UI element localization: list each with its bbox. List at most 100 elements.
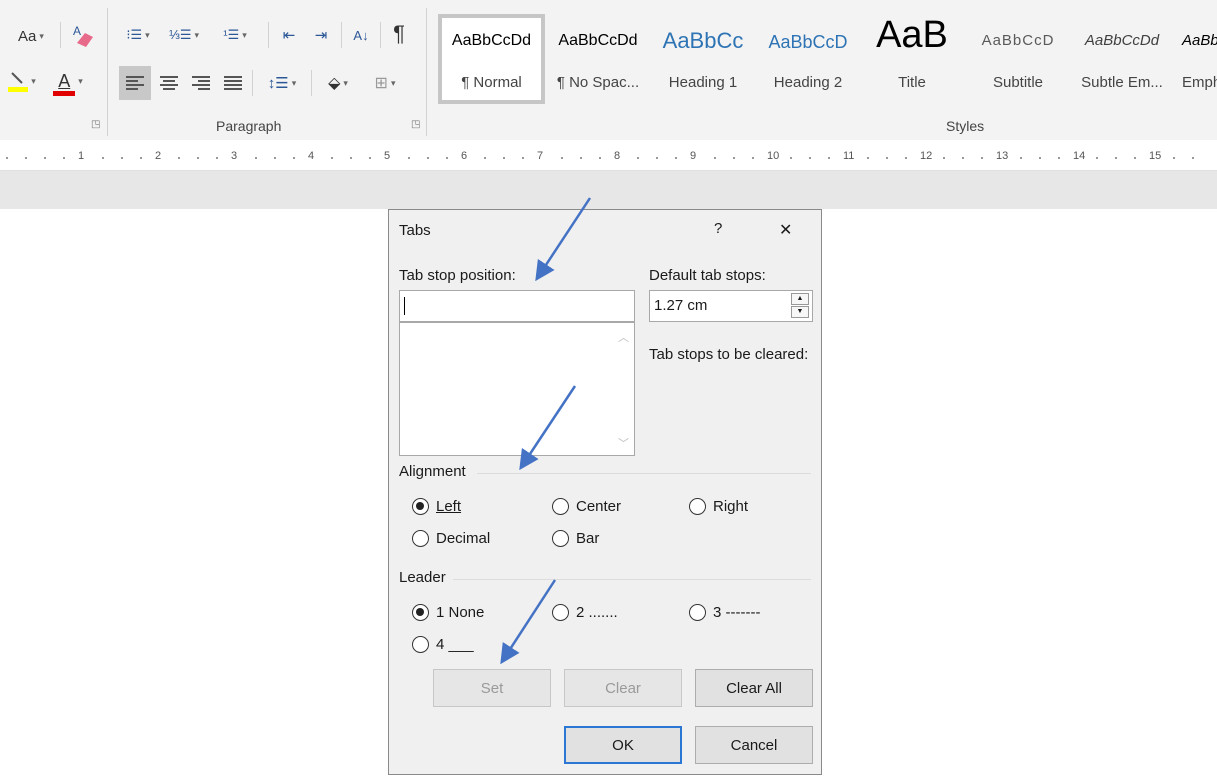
style-no-spacing[interactable]: AaBbCcDd ¶ No Spac... — [546, 14, 650, 104]
ruler-tick — [427, 157, 429, 159]
style-emphasis[interactable]: AaBbCcDd Emphasis — [1178, 14, 1217, 104]
set-button[interactable]: Set — [433, 669, 551, 707]
ruler-tick — [962, 157, 964, 159]
multilevel-list-button[interactable]: ¹☰ ▾ — [210, 20, 260, 50]
style-name: Heading 2 — [773, 74, 843, 91]
leader-dots-radio[interactable] — [552, 604, 569, 621]
scroll-up-icon[interactable]: ︿ — [618, 329, 629, 345]
ruler-tick — [44, 157, 46, 159]
alignment-center-label[interactable]: Center — [576, 498, 621, 515]
style-sample: AaBbCc — [662, 28, 744, 53]
leader-none-radio[interactable] — [412, 604, 429, 621]
align-left-button[interactable] — [119, 66, 151, 100]
style-name: Title — [898, 74, 926, 91]
bullets-button[interactable]: ⁝☰ ▾ — [118, 20, 158, 50]
ruler-tick — [197, 157, 199, 159]
ruler-number: 14 — [1071, 150, 1088, 162]
change-case-button[interactable]: Aa ▾ — [10, 22, 52, 50]
scroll-down-icon[interactable]: ﹀ — [618, 435, 629, 451]
alignment-right-radio[interactable] — [689, 498, 706, 515]
shading-button[interactable]: ⬙ ▾ — [314, 66, 362, 100]
line-spacing-button[interactable]: ↕☰ ▾ — [256, 66, 308, 100]
style-title[interactable]: AaB Title — [860, 14, 964, 104]
align-left-icon — [126, 74, 144, 92]
style-name: ¶ No Spac... — [556, 74, 640, 91]
default-tab-stops-value: 1.27 cm — [654, 297, 708, 314]
align-center-icon — [160, 74, 178, 92]
style-normal[interactable]: AaBbCcDd ¶ Normal — [438, 14, 545, 104]
default-tab-stops-spinner[interactable]: 1.27 cm ▲ ▼ — [649, 290, 813, 322]
ruler-tick — [1192, 157, 1194, 159]
paragraph-dialog-launcher-icon[interactable]: ◳ — [411, 120, 421, 130]
clear-button[interactable]: Clear — [564, 669, 682, 707]
align-right-button[interactable] — [186, 66, 216, 100]
decrease-indent-button[interactable]: ⇤ — [274, 20, 304, 50]
alignment-center-radio[interactable] — [552, 498, 569, 515]
alignment-bar-radio[interactable] — [552, 530, 569, 547]
style-subtitle[interactable]: AaBbCcD Subtitle — [968, 14, 1068, 104]
ruler-tick — [178, 157, 180, 159]
show-formatting-marks-button[interactable]: ¶ — [384, 18, 414, 50]
style-heading-2[interactable]: AaBbCcD Heading 2 — [756, 14, 860, 104]
ok-button[interactable]: OK — [564, 726, 682, 764]
list-scrollbar[interactable]: ︿ ﹀ — [614, 323, 634, 455]
increase-indent-button[interactable]: ⇥ — [306, 20, 336, 50]
ribbon: Aa ▾ A ▾ A ▾ ◳ ⁝☰ ▾ ⅓☰ ▾ ¹☰ ▾ ⇤ ⇥ A↓ ¶ ↕… — [0, 0, 1217, 141]
tab-stop-list[interactable]: ︿ ﹀ — [399, 322, 635, 456]
alignment-left-label[interactable]: Left — [436, 498, 461, 515]
ruler-tick — [331, 157, 333, 159]
leader-underline-label[interactable]: 4 ___ — [436, 636, 474, 653]
spin-down-icon[interactable]: ▼ — [791, 306, 809, 318]
style-heading-1[interactable]: AaBbCc Heading 1 — [650, 14, 756, 104]
ruler-tick — [637, 157, 639, 159]
font-color-label: A — [58, 70, 71, 91]
tab-stop-position-label: Tab stop position: — [399, 267, 516, 284]
ruler-number: 10 — [765, 150, 782, 162]
decrease-indent-icon: ⇤ — [282, 27, 296, 44]
close-button[interactable]: ✕ — [779, 220, 792, 240]
ruler-tick — [6, 157, 8, 159]
style-sample: AaBbCcD — [768, 32, 848, 52]
cancel-button[interactable]: Cancel — [695, 726, 813, 764]
dialog-title: Tabs — [399, 222, 431, 239]
alignment-right-label[interactable]: Right — [713, 498, 748, 515]
borders-button[interactable]: ⊞ ▾ — [364, 66, 406, 100]
ruler-tick — [255, 157, 257, 159]
alignment-decimal-label[interactable]: Decimal — [436, 530, 490, 547]
alignment-decimal-radio[interactable] — [412, 530, 429, 547]
ruler-tick — [675, 157, 677, 159]
leader-dots-label[interactable]: 2 ....... — [576, 604, 618, 621]
highlight-color-button[interactable]: ▾ — [4, 66, 40, 96]
ruler-tick — [369, 157, 371, 159]
ruler-number: 1 — [76, 150, 87, 162]
leader-underline-radio[interactable] — [412, 636, 429, 653]
leader-label: Leader — [399, 569, 446, 586]
ruler-tick — [981, 157, 983, 159]
style-subtle-emphasis[interactable]: AaBbCcDd Subtle Em... — [1070, 14, 1174, 104]
help-button[interactable]: ? — [714, 220, 722, 237]
ruler-tick — [140, 157, 142, 159]
horizontal-ruler[interactable]: 1 2 3 4 5 6 7 8 9 10 11 12 13 14 15 — [0, 140, 1217, 171]
sort-button[interactable]: A↓ — [346, 20, 376, 50]
pilcrow-icon: ¶ — [393, 21, 405, 46]
numbering-button[interactable]: ⅓☰ ▾ — [164, 20, 204, 50]
font-dialog-launcher-icon[interactable]: ◳ — [91, 120, 101, 130]
tab-stop-position-input[interactable] — [399, 290, 635, 322]
alignment-bar-label[interactable]: Bar — [576, 530, 599, 547]
leader-none-label[interactable]: 1 None — [436, 604, 484, 621]
spin-up-icon[interactable]: ▲ — [791, 293, 809, 305]
leader-dashes-radio[interactable] — [689, 604, 706, 621]
clear-all-button[interactable]: Clear All — [695, 669, 813, 707]
ruler-tick — [561, 157, 563, 159]
alignment-left-radio[interactable] — [412, 498, 429, 515]
align-center-button[interactable] — [154, 66, 184, 100]
leader-dashes-label[interactable]: 3 ------- — [713, 604, 760, 621]
clear-formatting-icon: A — [73, 24, 93, 47]
paragraph-group-label: Paragraph — [216, 118, 282, 134]
multilevel-list-icon: ¹☰ — [223, 27, 240, 42]
style-sample: AaBbCcDd — [558, 32, 638, 49]
style-sample: AaBbCcDd — [451, 32, 532, 49]
font-color-button[interactable]: A ▾ — [44, 66, 92, 96]
clear-formatting-button[interactable]: A — [66, 20, 98, 52]
justify-button[interactable] — [218, 66, 248, 100]
